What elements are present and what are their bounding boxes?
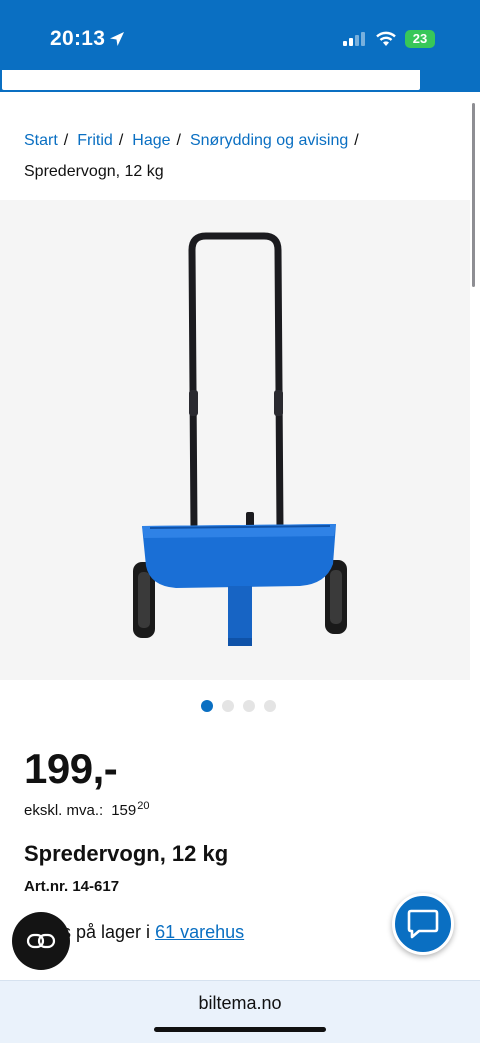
battery-level: 23 <box>412 31 428 46</box>
browser-url[interactable]: biltema.no <box>0 993 480 1014</box>
stock-prefix: s på lager i <box>62 922 151 942</box>
stock-status: s på lager i 61 varehus <box>62 922 244 943</box>
search-button[interactable] <box>420 70 480 92</box>
breadcrumb-current: Spredervogn, 12 kg <box>24 163 164 180</box>
ex-vat-cents: 20 <box>137 800 150 812</box>
breadcrumb-separator: / <box>63 132 69 149</box>
product-image-spreader <box>133 232 347 646</box>
ex-vat-label: ekskl. mva.: <box>24 802 104 819</box>
wifi-icon <box>376 31 396 46</box>
search-input[interactable] <box>0 70 422 92</box>
gallery-dot-2[interactable] <box>222 700 234 712</box>
cellular-signal-icon <box>343 32 365 46</box>
price-ex-vat: ekskl. mva.: 15920 <box>24 800 149 819</box>
article-number: Art.nr. 14-617 <box>24 878 120 895</box>
product-price: 199,- <box>24 745 118 792</box>
breadcrumb-separator: / <box>176 132 181 149</box>
scrollbar-thumb[interactable] <box>472 103 475 287</box>
breadcrumb-separator: / <box>354 132 359 149</box>
breadcrumb: Start / Fritid / Hage / Snørydding og avising /… <box>24 125 454 187</box>
location-arrow-icon <box>110 32 124 46</box>
gallery-dot-1[interactable] <box>201 700 213 712</box>
battery-indicator: 23 <box>405 30 435 48</box>
breadcrumb-hage[interactable]: Hage <box>132 132 170 149</box>
status-time: 20:13 <box>50 27 106 50</box>
gallery-dot-3[interactable] <box>243 700 255 712</box>
product-image-gallery[interactable] <box>0 200 470 680</box>
breadcrumb-fritid[interactable]: Fritid <box>77 132 113 149</box>
product-title: Spredervogn, 12 kg <box>24 841 229 866</box>
gallery-pagination <box>201 700 276 712</box>
gallery-dot-4[interactable] <box>264 700 276 712</box>
breadcrumb-snorydding[interactable]: Snørydding og avising <box>190 132 348 149</box>
chat-bubble-icon <box>407 909 439 939</box>
browser-address-bar[interactable]: biltema.no <box>0 980 480 1043</box>
cookie-settings-button[interactable] <box>12 912 70 970</box>
cookie-settings-icon <box>26 933 56 949</box>
home-indicator <box>154 1027 326 1032</box>
ex-vat-value: 159 <box>111 802 137 819</box>
breadcrumb-start[interactable]: Start <box>24 132 58 149</box>
stock-stores-link[interactable]: 61 varehus <box>155 922 244 942</box>
breadcrumb-separator: / <box>118 132 124 149</box>
chat-button[interactable] <box>392 893 454 955</box>
